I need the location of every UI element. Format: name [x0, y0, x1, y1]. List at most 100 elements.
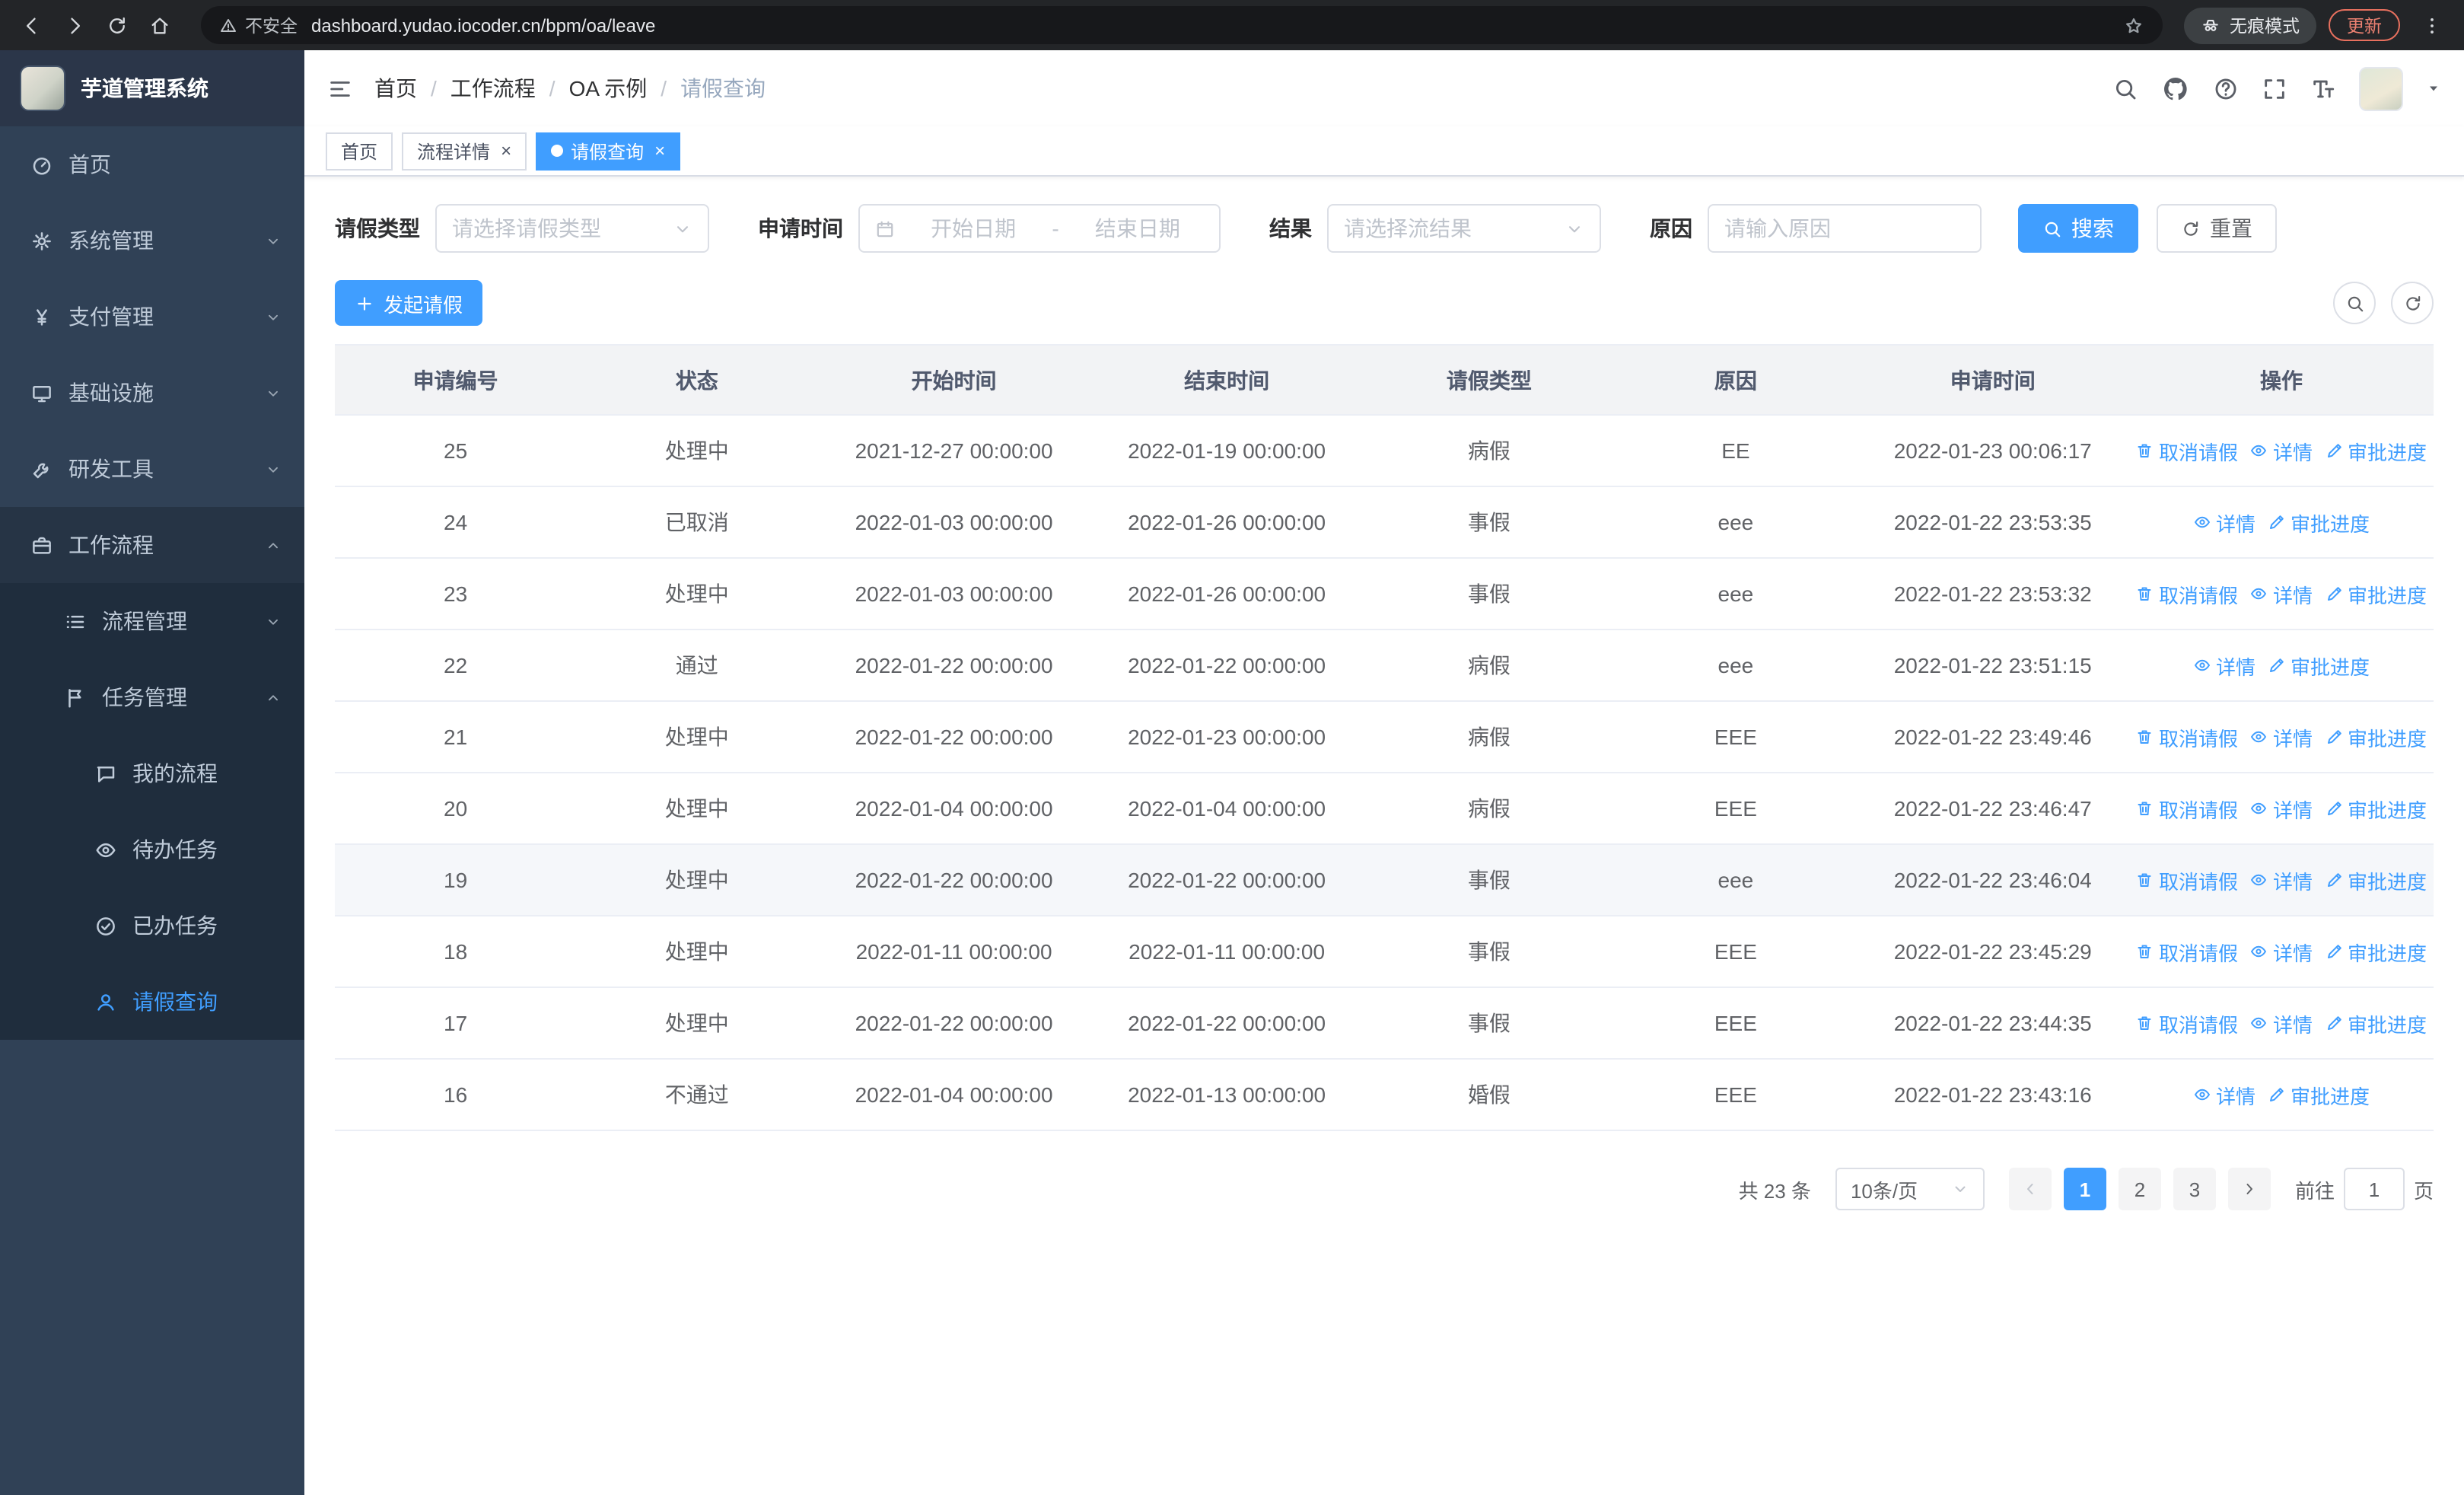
sidebar-item-devtools[interactable]: 研发工具: [0, 431, 304, 507]
tab-home[interactable]: 首页: [326, 132, 393, 170]
fullscreen-icon[interactable]: [2262, 75, 2287, 101]
cell-end-time: 2022-01-23 00:00:00: [1090, 701, 1364, 773]
action-progress-link[interactable]: 审批进度: [2325, 1009, 2427, 1038]
sidebar-item-system[interactable]: 系统管理: [0, 202, 304, 279]
sidebar-item-todo-tasks[interactable]: 待办任务: [0, 811, 304, 888]
reset-button[interactable]: 重置: [2157, 204, 2277, 253]
trash-icon: [2136, 799, 2154, 818]
breadcrumb-workflow[interactable]: 工作流程: [450, 73, 536, 104]
cell-id: 18: [335, 916, 577, 988]
apply-time-range-picker[interactable]: 开始日期 - 结束日期: [858, 204, 1221, 253]
action-detail-link[interactable]: 详情: [2250, 865, 2313, 894]
page-size-label: 10条/页: [1850, 1179, 1918, 1202]
action-cancel-link[interactable]: 取消请假: [2136, 722, 2238, 751]
action-detail-link[interactable]: 详情: [2250, 794, 2313, 823]
browser-menu-icon[interactable]: [2412, 5, 2452, 45]
action-progress-link[interactable]: 审批进度: [2325, 937, 2427, 966]
cell-start-time: 2022-01-22 00:00:00: [817, 701, 1090, 773]
page-button-2[interactable]: 2: [2118, 1168, 2161, 1210]
action-detail-link[interactable]: 详情: [2193, 1080, 2255, 1109]
action-progress-link[interactable]: 审批进度: [2325, 579, 2427, 608]
sidebar-item-my-process[interactable]: 我的流程: [0, 735, 304, 811]
action-cancel-link[interactable]: 取消请假: [2136, 937, 2238, 966]
sidebar-item-payment[interactable]: 支付管理: [0, 279, 304, 355]
browser-back-icon[interactable]: [12, 5, 52, 45]
result-select[interactable]: 请选择流结果: [1327, 204, 1601, 253]
reason-input-wrap: [1708, 204, 1982, 253]
action-detail-link[interactable]: 详情: [2250, 579, 2313, 608]
sidebar-item-workflow[interactable]: 工作流程: [0, 507, 304, 583]
page-size-select[interactable]: 10条/页: [1835, 1168, 1985, 1210]
action-progress-link[interactable]: 审批进度: [2325, 722, 2427, 751]
sidebar-item-leave-query[interactable]: 请假查询: [0, 964, 304, 1040]
action-detail-link[interactable]: 详情: [2250, 937, 2313, 966]
column-header: 开始时间: [817, 344, 1090, 416]
leave-type-select[interactable]: 请选择请假类型: [435, 204, 709, 253]
table-row: 16 不通过 2022-01-04 00:00:00 2022-01-13 00:00…: [335, 1059, 2434, 1131]
action-progress-link[interactable]: 审批进度: [2268, 1080, 2370, 1109]
sidebar-item-infrastructure[interactable]: 基础设施: [0, 355, 304, 431]
action-detail-link[interactable]: 详情: [2193, 651, 2255, 680]
create-leave-button[interactable]: 发起请假: [335, 280, 483, 326]
tab-process-detail[interactable]: 流程详情 ×: [402, 132, 527, 170]
browser-forward-icon[interactable]: [55, 5, 94, 45]
cell-status: 处理中: [576, 916, 818, 988]
sidebar-menu: 首页 系统管理 支付管理 基础设施 研发工具 工作流程 流程管理 任务管理 我的流程 待办任务 已办…: [0, 126, 304, 1040]
cell-end-time: 2022-01-19 00:00:00: [1090, 415, 1364, 487]
avatar[interactable]: [2359, 66, 2403, 110]
cell-start-time: 2022-01-11 00:00:00: [817, 916, 1090, 988]
breadcrumb-oa-example[interactable]: OA 示例: [569, 73, 648, 104]
github-icon[interactable]: [2161, 74, 2190, 103]
refresh-table-icon[interactable]: [2391, 282, 2434, 324]
table-row: 21 处理中 2022-01-22 00:00:00 2022-01-23 00:00…: [335, 701, 2434, 773]
user-icon: [94, 990, 117, 1013]
browser-home-icon[interactable]: [140, 5, 180, 45]
goto-suffix: 页: [2413, 1179, 2434, 1202]
sidebar-item-home[interactable]: 首页: [0, 126, 304, 202]
action-cancel-link[interactable]: 取消请假: [2136, 1009, 2238, 1038]
search-button[interactable]: 搜索: [2018, 204, 2138, 253]
action-progress-link[interactable]: 审批进度: [2325, 436, 2427, 465]
tab-leave-query[interactable]: 请假查询 ×: [536, 132, 681, 170]
breadcrumb-separator: /: [661, 76, 667, 100]
header-search-icon[interactable]: [2112, 75, 2138, 101]
action-progress-link[interactable]: 审批进度: [2325, 865, 2427, 894]
action-detail-link[interactable]: 详情: [2250, 722, 2313, 751]
action-progress-link[interactable]: 审批进度: [2268, 651, 2370, 680]
action-progress-link[interactable]: 审批进度: [2325, 794, 2427, 823]
next-page-button[interactable]: [2227, 1168, 2271, 1210]
close-icon[interactable]: ×: [654, 142, 665, 160]
search-button-label: 搜索: [2071, 216, 2114, 241]
breadcrumb-home[interactable]: 首页: [374, 73, 417, 104]
font-size-icon[interactable]: [2310, 75, 2336, 101]
action-label: 详情: [2272, 441, 2313, 464]
action-detail-link[interactable]: 详情: [2193, 508, 2255, 537]
browser-reload-icon[interactable]: [97, 5, 137, 45]
sidebar-item-process-mgmt[interactable]: 流程管理: [0, 583, 304, 659]
sidebar-toggle-icon[interactable]: [327, 75, 353, 101]
action-cancel-link[interactable]: 取消请假: [2136, 794, 2238, 823]
action-detail-link[interactable]: 详情: [2250, 1009, 2313, 1038]
action-detail-link[interactable]: 详情: [2250, 436, 2313, 465]
bookmark-star-icon[interactable]: [2123, 14, 2144, 36]
help-icon[interactable]: [2213, 75, 2239, 101]
action-cancel-link[interactable]: 取消请假: [2136, 579, 2238, 608]
sidebar-item-done-tasks[interactable]: 已办任务: [0, 888, 304, 964]
cell-reason: eee: [1615, 486, 1857, 559]
close-icon[interactable]: ×: [501, 142, 511, 160]
reason-input[interactable]: [1724, 216, 1965, 241]
goto-page-input[interactable]: [2343, 1168, 2405, 1210]
prev-page-button[interactable]: [2008, 1168, 2052, 1210]
security-warning[interactable]: 不安全: [219, 13, 298, 37]
toggle-search-icon[interactable]: [2333, 282, 2376, 324]
cell-end-time: 2022-01-26 00:00:00: [1090, 486, 1364, 559]
action-cancel-link[interactable]: 取消请假: [2136, 865, 2238, 894]
sidebar-item-task-mgmt[interactable]: 任务管理: [0, 659, 304, 735]
action-cancel-link[interactable]: 取消请假: [2136, 436, 2238, 465]
avatar-caret-icon[interactable]: [2426, 81, 2441, 96]
update-button[interactable]: 更新: [2329, 9, 2400, 41]
page-button-1[interactable]: 1: [2063, 1168, 2106, 1210]
action-progress-link[interactable]: 审批进度: [2268, 508, 2370, 537]
address-bar[interactable]: 不安全 dashboard.yudao.iocoder.cn/bpm/oa/le…: [201, 6, 2163, 44]
page-button-3[interactable]: 3: [2173, 1168, 2216, 1210]
